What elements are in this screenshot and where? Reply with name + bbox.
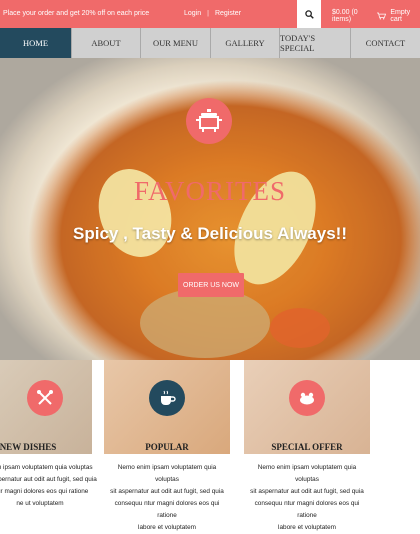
feature-icon-badge	[289, 380, 325, 416]
hero-tagline: Spicy , Tasty & Delicious Always!!	[73, 224, 347, 243]
divider: |	[207, 10, 209, 17]
coffee-cup-icon	[161, 390, 176, 405]
promo-text: Place your order and get 20% off on each…	[3, 10, 150, 17]
feature-icon-badge	[149, 380, 185, 416]
login-link[interactable]: Login	[184, 10, 201, 17]
feature-card-special-offer	[244, 360, 370, 454]
fork-knife-icon	[37, 390, 53, 405]
register-link[interactable]: Register	[215, 10, 241, 17]
hero-banner: FAVORITES Spicy , Tasty & Delicious Alwa…	[0, 58, 420, 360]
cart-label: Empty cart	[390, 9, 411, 23]
feature-text: enim ipsam voluptatem quia voluptas sit …	[0, 464, 97, 507]
nav-home[interactable]: HOME	[0, 28, 72, 58]
main-nav: HOME ABOUT OUR MENU GALLERY TODAY'S SPEC…	[0, 28, 420, 58]
nav-gallery[interactable]: GALLERY	[211, 28, 280, 58]
auth-links: Login | Register	[184, 10, 241, 17]
roast-chicken-icon	[300, 392, 314, 405]
nav-about[interactable]: ABOUT	[72, 28, 141, 58]
feature-title: NEW DISHES	[0, 442, 57, 452]
hero-title: FAVORITES	[133, 176, 287, 206]
nav-our-menu[interactable]: OUR MENU	[141, 28, 211, 58]
top-bar: Place your order and get 20% off on each…	[0, 0, 420, 28]
search-icon	[304, 9, 314, 19]
cart-widget[interactable]: $0.00 (0 items) Empty cart	[332, 9, 420, 23]
order-now-button[interactable]: ORDER US NOW	[178, 273, 244, 297]
nav-contact[interactable]: CONTACT	[351, 28, 420, 58]
feature-text: Nemo enim ipsam voluptatem quia voluptas…	[250, 464, 364, 531]
feature-title: SPECIAL OFFER	[271, 442, 343, 452]
feature-card-popular	[104, 360, 230, 454]
feature-title: POPULAR	[145, 442, 189, 452]
cart-total: $0.00 (0 items)	[332, 9, 358, 23]
features-section: NEW DISHES enim ipsam voluptatem quia vo…	[0, 360, 420, 531]
cart-icon	[377, 12, 387, 20]
feature-icon-badge	[27, 380, 63, 416]
search-button[interactable]	[297, 0, 321, 28]
feature-text: Nemo enim ipsam voluptatem quia voluptas…	[110, 464, 224, 531]
cooking-pot-icon	[196, 109, 222, 132]
nav-todays-special[interactable]: TODAY'S SPECIAL	[280, 28, 351, 58]
pot-badge	[186, 98, 232, 144]
feature-card-new-dishes	[0, 360, 92, 454]
